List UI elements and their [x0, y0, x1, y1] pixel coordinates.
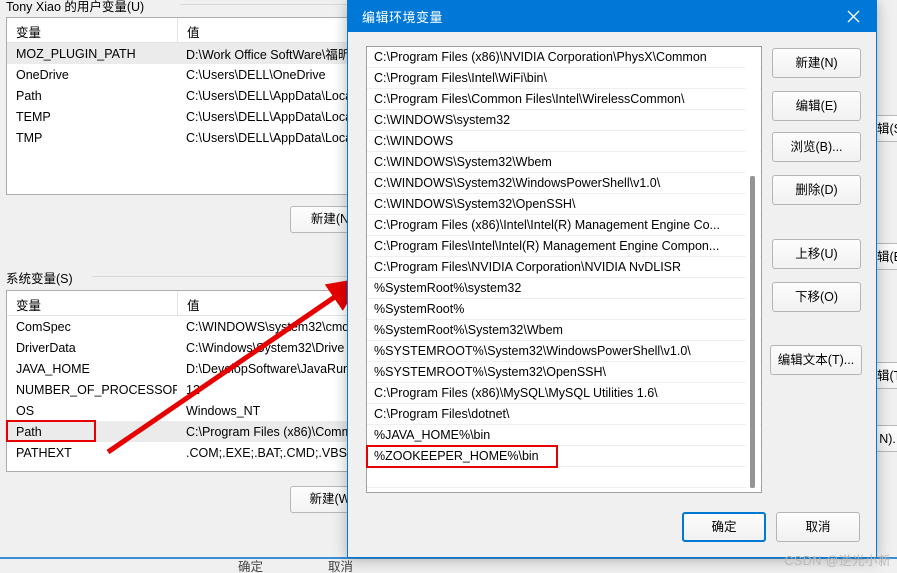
variable-name-cell: TMP	[16, 130, 43, 145]
path-move-up-button[interactable]: 上移(U)	[772, 239, 861, 269]
path-entries-list[interactable]: C:\Program Files (x86)\NVIDIA Corporatio…	[366, 46, 762, 493]
path-entry-row[interactable]: C:\WINDOWS\System32\WindowsPowerShell\v1…	[367, 173, 761, 194]
path-edit-text-button[interactable]: 编辑文本(T)...	[770, 345, 862, 375]
path-entry-row[interactable]: C:\Program Files\Common Files\Intel\Wire…	[367, 89, 761, 110]
user-section-rule	[180, 4, 360, 5]
path-entry-row[interactable]: C:\WINDOWS	[367, 131, 761, 152]
path-list-scrollbar[interactable]	[746, 48, 760, 492]
system-col-variable[interactable]: 变量	[7, 291, 177, 315]
variable-name-cell: Path	[16, 88, 42, 103]
background-ok-button[interactable]: 确定	[238, 556, 263, 573]
user-variables-rows: MOZ_PLUGIN_PATH D:\Work Office SoftWare\福…	[7, 43, 360, 148]
variable-name-cell: OneDrive	[16, 67, 69, 82]
dialog-cancel-button[interactable]: 取消	[776, 512, 860, 542]
path-entry-row[interactable]: %SYSTEMROOT%\System32\OpenSSH\	[367, 362, 761, 383]
background-cancel-button[interactable]: 取消	[328, 556, 353, 573]
path-entry-row[interactable]: %SystemRoot%\system32	[367, 278, 761, 299]
table-row[interactable]: Path C:\Users\DELL\AppData\Loca	[7, 85, 360, 106]
variable-name-cell: ComSpec	[16, 319, 71, 334]
path-new-button[interactable]: 新建(N)	[772, 48, 861, 78]
variable-name-cell: MOZ_PLUGIN_PATH	[16, 46, 136, 61]
variable-value-cell: C:\Users\DELL\OneDrive	[186, 67, 326, 82]
variable-value-cell: D:\Work Office SoftWare\福昕	[186, 48, 351, 62]
path-entry-row[interactable]: C:\WINDOWS\System32\OpenSSH\	[367, 194, 761, 215]
variable-value-cell: C:\Users\DELL\AppData\Loca	[186, 88, 353, 103]
variable-name-cell: TEMP	[16, 109, 51, 124]
close-icon[interactable]	[830, 1, 876, 32]
user-col-variable[interactable]: 变量	[7, 18, 177, 42]
edit-environment-variable-dialog: 编辑环境变量 C:\Program Files (x86)\NVIDIA Cor…	[347, 0, 877, 558]
dialog-title: 编辑环境变量	[362, 10, 444, 25]
path-entry-row[interactable]: %ZOOKEEPER_HOME%\bin	[367, 446, 761, 467]
watermark: CSDN @逆光小新	[784, 554, 891, 568]
variable-value-cell: C:\Users\DELL\AppData\Loca	[186, 130, 353, 145]
user-col-value[interactable]: 值	[177, 18, 360, 42]
table-row[interactable]: DriverData C:\Windows\System32\Drive	[7, 337, 360, 358]
table-row[interactable]: TEMP C:\Users\DELL\AppData\Loca	[7, 106, 360, 127]
path-entry-row[interactable]: C:\WINDOWS\system32	[367, 110, 761, 131]
path-move-down-button[interactable]: 下移(O)	[772, 282, 861, 312]
table-row[interactable]: MOZ_PLUGIN_PATH D:\Work Office SoftWare\福…	[7, 43, 360, 64]
table-row[interactable]: JAVA_HOME D:\DevelopSoftware\JavaRun	[7, 358, 360, 379]
user-variables-table[interactable]: 变量 值 MOZ_PLUGIN_PATH D:\Work Office SoftW…	[6, 17, 361, 195]
table-row[interactable]: Path C:\Program Files (x86)\Comm	[7, 421, 360, 442]
path-entry-row[interactable]: %JAVA_HOME%\bin	[367, 425, 761, 446]
variable-value-cell: Windows_NT	[186, 403, 261, 418]
path-entry-row[interactable]: C:\Program Files\Intel\WiFi\bin\	[367, 68, 761, 89]
variable-value-cell: C:\Program Files (x86)\Comm	[186, 424, 352, 439]
system-variables-table[interactable]: 变量 值 ComSpec C:\WINDOWS\system32\cmd Drive…	[6, 290, 361, 472]
variable-name-cell: OS	[16, 403, 35, 418]
variable-value-cell: C:\Users\DELL\AppData\Loca	[186, 109, 353, 124]
path-entry-row[interactable]: %SYSTEMROOT%\System32\WindowsPowerShell\…	[367, 341, 761, 362]
path-delete-button[interactable]: 删除(D)	[772, 175, 861, 205]
path-entry-row[interactable]: C:\Program Files (x86)\NVIDIA Corporatio…	[367, 47, 761, 68]
path-edit-button[interactable]: 编辑(E)	[772, 91, 861, 121]
variable-name-cell: DriverData	[16, 340, 76, 355]
system-variables-rows: ComSpec C:\WINDOWS\system32\cmd DriverData…	[7, 316, 360, 463]
user-table-header: 变量 值	[7, 18, 360, 43]
path-entry-row[interactable]: C:\Program Files\dotnet\	[367, 404, 761, 425]
path-entry-row[interactable]	[367, 467, 761, 488]
variable-value-cell: .COM;.EXE;.BAT;.CMD;.VBS;.V	[186, 445, 360, 460]
path-entry-row[interactable]: C:\Program Files (x86)\Intel\Intel(R) Ma…	[367, 215, 761, 236]
variable-value-cell: C:\Windows\System32\Drive	[186, 340, 345, 355]
path-rows-container: C:\Program Files (x86)\NVIDIA Corporatio…	[367, 47, 761, 488]
variable-name-cell: PATHEXT	[16, 445, 72, 460]
screen: Tony Xiao 的用户变量(U) 变量 值 MOZ_PLUGIN_PATH D…	[0, 0, 897, 573]
path-list-scroll-thumb[interactable]	[750, 176, 755, 488]
system-section-rule	[92, 276, 360, 277]
variable-name-cell: Path	[16, 424, 42, 439]
table-row[interactable]: OneDrive C:\Users\DELL\OneDrive	[7, 64, 360, 85]
variable-value-cell: C:\WINDOWS\system32\cmd	[186, 319, 350, 334]
table-row[interactable]: TMP C:\Users\DELL\AppData\Loca	[7, 127, 360, 148]
table-row[interactable]: ComSpec C:\WINDOWS\system32\cmd	[7, 316, 360, 337]
user-variables-section-label: Tony Xiao 的用户变量(U)	[6, 0, 145, 14]
table-row[interactable]: OS Windows_NT	[7, 400, 360, 421]
system-col-value[interactable]: 值	[177, 291, 360, 315]
table-row[interactable]: PATHEXT .COM;.EXE;.BAT;.CMD;.VBS;.V	[7, 442, 360, 463]
variable-name-cell: NUMBER_OF_PROCESSORS	[16, 382, 177, 397]
system-table-header: 变量 值	[7, 291, 360, 316]
path-browse-button[interactable]: 浏览(B)...	[772, 132, 861, 162]
dialog-ok-button[interactable]: 确定	[682, 512, 766, 542]
variable-value-cell: D:\DevelopSoftware\JavaRun	[186, 361, 350, 376]
variable-name-cell: JAVA_HOME	[16, 361, 90, 376]
variable-value-cell: 12	[186, 382, 200, 397]
table-row[interactable]: NUMBER_OF_PROCESSORS 12	[7, 379, 360, 400]
system-variables-section-label: 系统变量(S)	[6, 272, 73, 286]
dialog-titlebar: 编辑环境变量	[348, 1, 876, 32]
path-entry-row[interactable]: C:\WINDOWS\System32\Wbem	[367, 152, 761, 173]
path-entry-row[interactable]: %SystemRoot%\System32\Wbem	[367, 320, 761, 341]
path-entry-row[interactable]: C:\Program Files\Intel\Intel(R) Manageme…	[367, 236, 761, 257]
path-entry-row[interactable]: C:\Program Files (x86)\MySQL\MySQL Utili…	[367, 383, 761, 404]
path-entry-row[interactable]: C:\Program Files\NVIDIA Corporation\NVID…	[367, 257, 761, 278]
path-entry-row[interactable]: %SystemRoot%	[367, 299, 761, 320]
